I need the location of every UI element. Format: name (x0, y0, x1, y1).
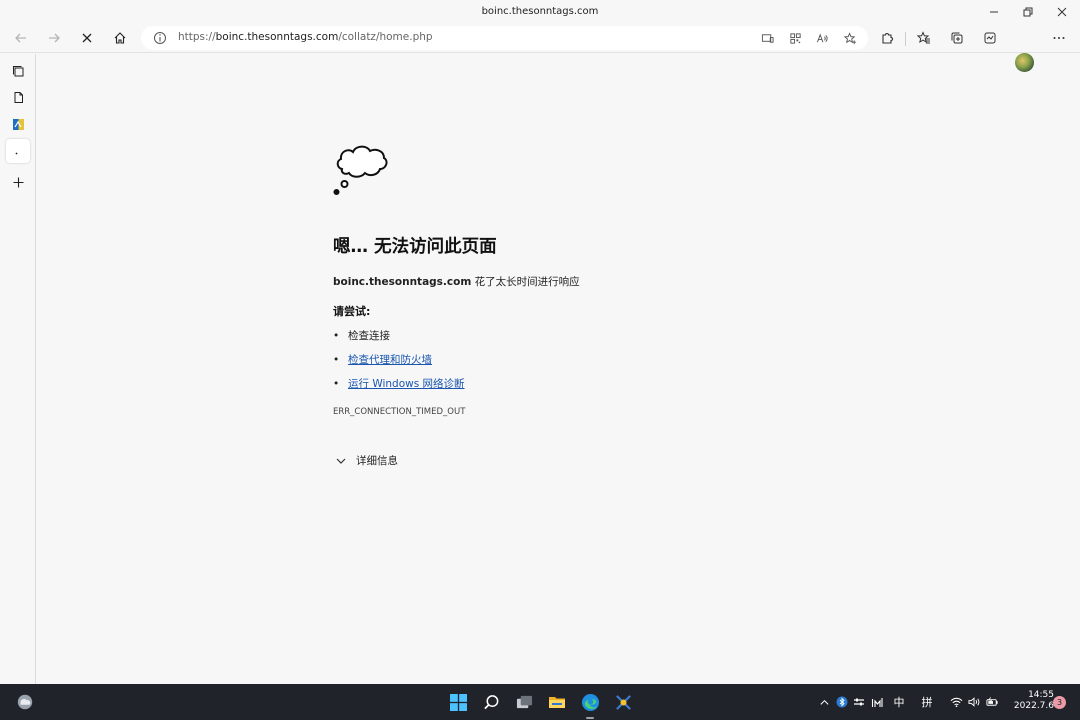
arrow-right-icon (49, 33, 60, 43)
error-code: ERR_CONNECTION_TIMED_OUT (333, 407, 466, 417)
browser-essentials-button[interactable] (977, 26, 1003, 50)
close-icon (82, 33, 92, 43)
arrow-left-icon (15, 33, 26, 43)
plus-icon (13, 177, 23, 187)
forward-button[interactable] (41, 26, 67, 50)
system-clock[interactable]: 14:55 2022.7.6 (1006, 690, 1054, 712)
title-bar: boinc.thesonntags.com (0, 0, 1080, 24)
weather-cloud-icon (17, 694, 33, 710)
address-bar[interactable]: https://boinc.thesonntags.com/collatz/ho… (141, 26, 868, 50)
thought-cloud-icon (333, 145, 388, 195)
start-button[interactable] (446, 690, 470, 714)
windows-logo-icon (449, 693, 467, 711)
new-tab-button[interactable] (6, 170, 30, 194)
wifi-tray-button[interactable] (948, 694, 964, 710)
error-heading: 嗯… 无法访问此页面 (333, 237, 497, 257)
weather-widget-button[interactable] (13, 690, 37, 714)
speaker-icon (967, 697, 979, 707)
search-button[interactable] (479, 690, 503, 714)
error-description: boinc.thesonntags.com 花了太长时间进行响应 (333, 276, 580, 288)
puzzle-icon (882, 33, 893, 44)
app-available-icon[interactable] (760, 31, 774, 45)
suggestion-item: • 检查连接 (333, 330, 390, 342)
check-proxy-firewall-link[interactable]: 检查代理和防火墙 (348, 354, 432, 366)
ime-mode-button[interactable]: 拼 (919, 694, 935, 710)
sidebar-tab-site[interactable] (6, 112, 30, 136)
details-toggle-button[interactable]: 详细信息 (333, 453, 398, 468)
bars-icon (871, 698, 883, 707)
add-favorite-icon[interactable] (843, 31, 857, 45)
vertical-tab-sidebar (0, 54, 36, 684)
suggestion-item: • 运行 Windows 网络诊断 (333, 378, 465, 390)
check-connection-text: 检查连接 (348, 330, 390, 342)
bluetooth-tray-button[interactable] (834, 694, 850, 710)
notification-badge[interactable]: 3 (1053, 696, 1066, 709)
sidebar-tab-blank[interactable] (6, 85, 30, 109)
qr-code-icon[interactable] (788, 31, 802, 45)
edge-browser-button[interactable] (578, 690, 602, 719)
battery-icon (985, 697, 998, 706)
show-hidden-icons-button[interactable] (816, 694, 832, 710)
profile-avatar[interactable] (1015, 53, 1034, 72)
boinc-icon (615, 694, 631, 710)
clock-time: 14:55 (1028, 690, 1054, 700)
run-network-diagnostics-link[interactable]: 运行 Windows 网络诊断 (348, 378, 465, 390)
tab-actions-button[interactable] (6, 59, 30, 83)
back-button[interactable] (8, 26, 34, 50)
suggestion-item: • 检查代理和防火墙 (333, 354, 432, 366)
tab-actions-icon (12, 65, 23, 76)
error-host: boinc.thesonntags.com (333, 276, 472, 288)
favorites-button[interactable] (911, 26, 937, 50)
sidebar-tab-active[interactable] (6, 139, 30, 163)
search-icon (483, 694, 498, 709)
file-explorer-button[interactable] (545, 690, 569, 714)
more-dots-icon (1053, 37, 1065, 39)
favorites-star-icon (917, 31, 930, 44)
performance-tray-button[interactable] (869, 694, 885, 710)
restore-button[interactable] (1011, 0, 1045, 24)
url-text[interactable]: https://boinc.thesonntags.com/collatz/ho… (178, 31, 433, 43)
minimize-button[interactable] (977, 0, 1011, 24)
home-button[interactable] (107, 26, 133, 50)
browser-toolbar: https://boinc.thesonntags.com/collatz/ho… (0, 24, 1080, 72)
clock-date: 2022.7.6 (1013, 701, 1054, 711)
task-view-icon (516, 695, 532, 708)
bluetooth-icon (836, 696, 848, 708)
sliders-icon (854, 698, 864, 706)
heartbeat-icon (984, 32, 996, 44)
details-label: 详细信息 (356, 455, 398, 467)
taskbar: 中 拼 (0, 684, 1080, 720)
edge-icon (581, 693, 599, 711)
stop-loading-button[interactable] (74, 26, 100, 50)
ime-language-button[interactable]: 中 (891, 694, 907, 710)
network-adapter-tray-button[interactable] (851, 694, 867, 710)
site-favicon-icon (12, 118, 24, 130)
loading-dot-icon (15, 152, 17, 154)
read-aloud-icon[interactable] (815, 31, 829, 45)
chevron-up-icon (819, 699, 829, 705)
boinc-app-button[interactable] (611, 690, 635, 714)
collections-button[interactable] (944, 26, 970, 50)
page-icon (14, 91, 23, 103)
battery-tray-button[interactable] (984, 694, 1000, 710)
close-window-button[interactable] (1045, 0, 1079, 24)
task-view-button[interactable] (512, 690, 536, 714)
try-label: 请尝试: (333, 305, 371, 318)
wifi-icon (950, 697, 962, 708)
chevron-down-icon (336, 458, 346, 464)
settings-more-button[interactable] (1046, 26, 1072, 50)
extensions-button[interactable] (874, 26, 900, 50)
home-icon (114, 32, 126, 44)
volume-tray-button[interactable] (966, 694, 982, 710)
folder-icon (549, 697, 565, 708)
toolbar-divider (905, 32, 906, 46)
collections-icon (951, 32, 963, 44)
info-icon[interactable] (153, 31, 167, 45)
window-title: boinc.thesonntags.com (481, 6, 599, 17)
